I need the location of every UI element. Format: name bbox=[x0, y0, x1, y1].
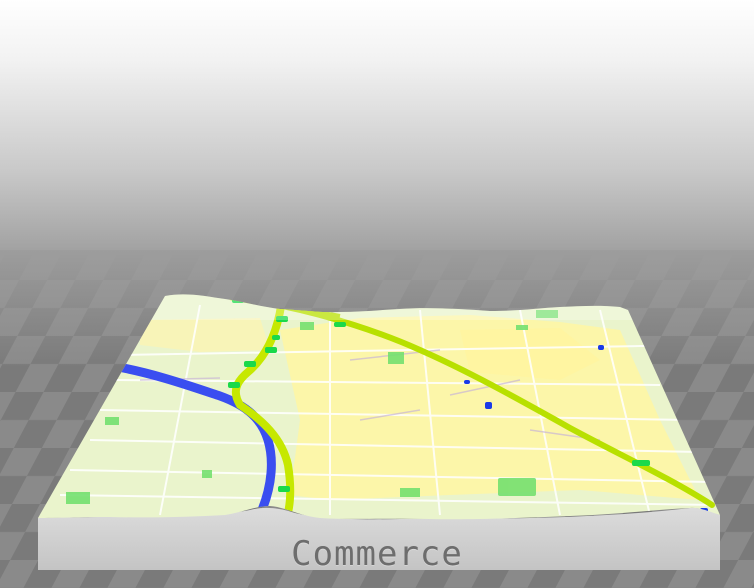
terrain-model[interactable] bbox=[0, 0, 754, 588]
map-base-label: Commerce bbox=[291, 534, 463, 574]
map-viewport[interactable]: Commerce bbox=[0, 0, 754, 588]
